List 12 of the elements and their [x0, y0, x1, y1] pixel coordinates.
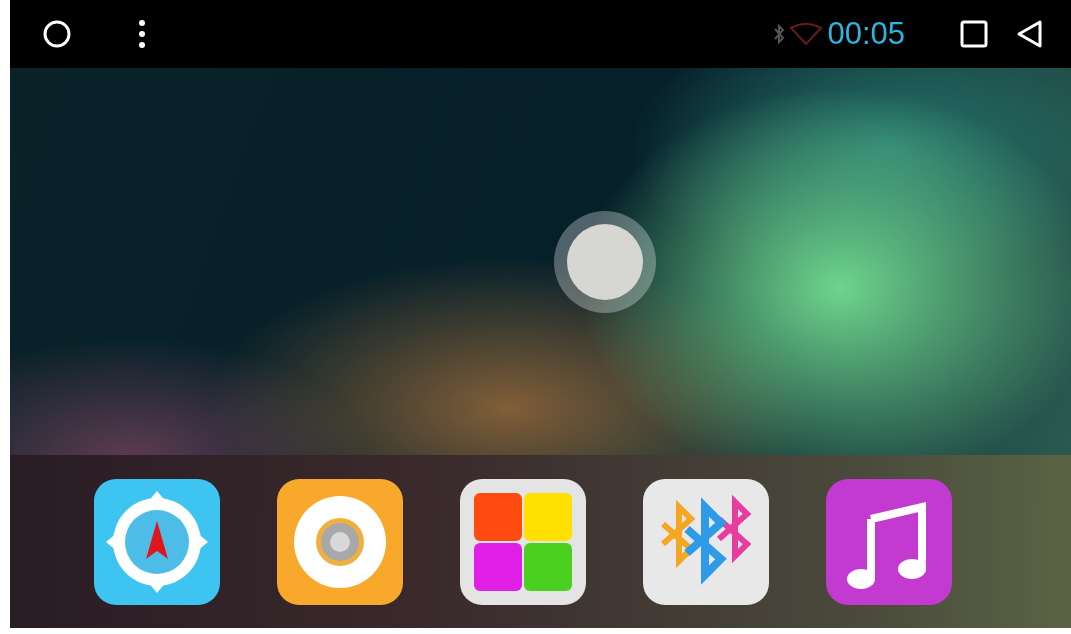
- bluetooth-icon: [773, 22, 786, 46]
- back-triangle-icon[interactable]: [1015, 19, 1045, 49]
- music-note-app-icon[interactable]: [825, 478, 952, 605]
- wifi-icon: [789, 22, 824, 46]
- recents-square-icon[interactable]: [959, 19, 989, 49]
- bluetooth-app-icon[interactable]: [642, 478, 769, 605]
- clock-time: 00:05: [827, 16, 905, 52]
- four-squares-app-icon[interactable]: [459, 478, 586, 605]
- home-circle-icon[interactable]: [42, 19, 72, 49]
- menu-icon[interactable]: [138, 19, 146, 49]
- radio-knob-app-icon[interactable]: [276, 478, 403, 605]
- compass-app-icon[interactable]: [93, 478, 220, 605]
